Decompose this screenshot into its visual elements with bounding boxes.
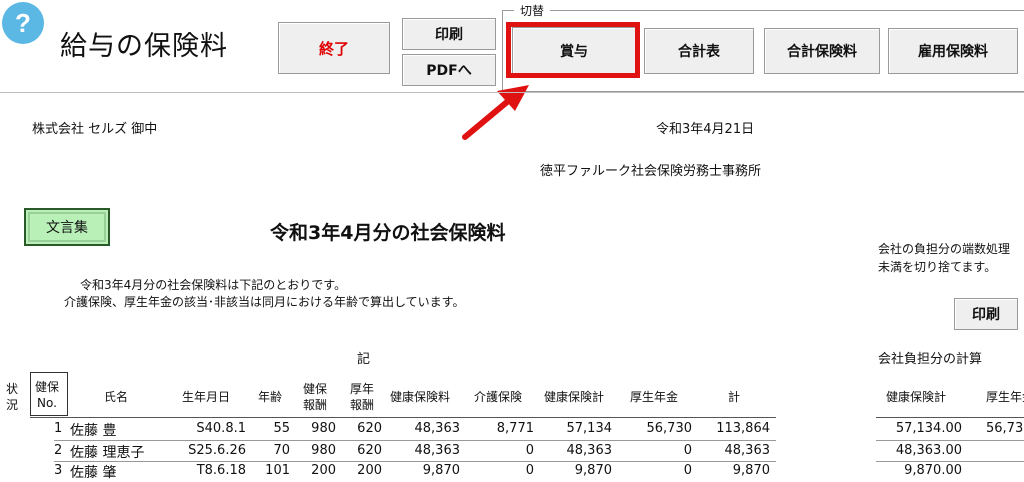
company-name: 株式会社 セルズ 御中 <box>32 122 158 137</box>
row-pension: 0 <box>683 443 692 458</box>
row-health-total: 57,134 <box>566 421 613 436</box>
header-age: 年齢 <box>258 390 283 404</box>
row-health-total: 48,363 <box>566 443 613 458</box>
row-age: 55 <box>273 421 290 436</box>
row-health-total: 9,870 <box>574 463 612 478</box>
row-care: 8,771 <box>496 421 534 436</box>
total-insurance-button[interactable]: 合計保険料 <box>764 28 880 74</box>
help-symbol: ? <box>15 7 31 38</box>
row-name: 佐藤 豊 <box>70 423 117 439</box>
header-health: 健康保険料 <box>390 390 451 404</box>
document-title: 令和3年4月分の社会保険料 <box>270 222 506 244</box>
print-button[interactable]: 印刷 <box>402 18 496 50</box>
table-header-divider <box>30 417 776 418</box>
highlight-frame <box>506 22 640 78</box>
switch-group-label: 切替 <box>514 2 551 19</box>
row-care: 0 <box>525 443 534 458</box>
row-no: 2 <box>54 443 63 458</box>
header-health-no-1: 健保 <box>35 380 60 394</box>
header-std-pension-2: 報酬 <box>350 398 375 412</box>
row-name: 佐藤 肇 <box>70 465 117 481</box>
row-total: 9,870 <box>732 463 770 478</box>
row-no: 3 <box>54 463 63 478</box>
header-pension: 厚生年金 <box>630 390 679 404</box>
row-total: 48,363 <box>724 443 771 458</box>
help-icon[interactable]: ? <box>2 2 44 44</box>
pointer-arrow-icon <box>462 85 529 140</box>
side-header-pension: 厚生年金 <box>986 390 1024 404</box>
row-std-health: 980 <box>311 421 336 436</box>
row-std-pension: 620 <box>357 421 382 436</box>
side-row-divider <box>876 440 1024 441</box>
side-row-health-total: 57,134.00 <box>895 421 962 436</box>
row-health: 9,870 <box>422 463 460 478</box>
row-care: 0 <box>525 463 534 478</box>
row-total: 113,864 <box>716 421 770 436</box>
row-birth: S40.8.1 <box>196 421 246 436</box>
row-health: 48,363 <box>414 421 461 436</box>
header-status-1: 状 <box>6 382 19 396</box>
employment-insurance-button[interactable]: 雇用保険料 <box>888 28 1018 74</box>
row-divider <box>54 461 776 462</box>
row-std-health: 980 <box>311 443 336 458</box>
side-header-health-total: 健康保険計 <box>886 390 947 404</box>
header-total: 計 <box>728 390 741 404</box>
side-row-divider <box>876 461 1024 462</box>
header-birth: 生年月日 <box>182 390 231 404</box>
side-print-button[interactable]: 印刷 <box>954 298 1018 330</box>
side-row-health-total: 48,363.00 <box>895 443 962 458</box>
note-line-1: 令和3年4月分の社会保険料は下記のとおりです。 <box>80 278 347 292</box>
header-health-total: 健康保険計 <box>544 390 605 404</box>
row-pension: 0 <box>683 463 692 478</box>
row-std-pension: 620 <box>357 443 382 458</box>
total-table-button[interactable]: 合計表 <box>644 28 754 74</box>
header-status-2: 況 <box>6 398 19 412</box>
side-note-line-2: 未満を切り捨てます。 <box>878 260 997 274</box>
row-pension: 56,730 <box>646 421 693 436</box>
exit-button[interactable]: 終了 <box>278 22 390 74</box>
header-name: 氏名 <box>104 390 129 404</box>
row-std-pension: 200 <box>357 463 382 478</box>
row-std-health: 200 <box>311 463 336 478</box>
side-row-pension: 56,73 <box>986 421 1024 436</box>
header-divider <box>0 92 1024 93</box>
row-no: 1 <box>54 421 63 436</box>
side-note-line-1: 会社の負担分の端数処理 <box>878 242 1011 256</box>
ki-label: 記 <box>357 352 371 367</box>
page-title: 給与の保険料 <box>60 31 228 62</box>
row-birth: T8.6.18 <box>196 463 246 478</box>
row-birth: S25.6.26 <box>188 443 246 458</box>
header-std-health-2: 報酬 <box>303 398 328 412</box>
header-care: 介護保険 <box>474 390 523 404</box>
office-name: 徳平ファルーク社会保険労務士事務所 <box>540 164 762 179</box>
row-divider <box>54 440 776 441</box>
issue-date: 令和3年4月21日 <box>656 122 755 137</box>
header-health-no-2: No. <box>37 396 57 410</box>
note-line-2: 介護保険、厚生年金の該当･非該当は同月における年齢で算出しています。 <box>64 295 465 309</box>
side-header-divider <box>876 417 1024 418</box>
company-share-title: 会社負担分の計算 <box>878 352 983 367</box>
row-age: 101 <box>265 463 290 478</box>
phrasebook-button[interactable]: 文言集 <box>24 208 110 246</box>
side-row-health-total: 9,870.00 <box>904 463 962 478</box>
row-age: 70 <box>273 443 290 458</box>
header-std-health-1: 健保 <box>303 382 328 396</box>
header-std-pension-1: 厚年 <box>350 382 375 396</box>
row-name: 佐藤 理恵子 <box>70 445 145 461</box>
row-health: 48,363 <box>414 443 461 458</box>
